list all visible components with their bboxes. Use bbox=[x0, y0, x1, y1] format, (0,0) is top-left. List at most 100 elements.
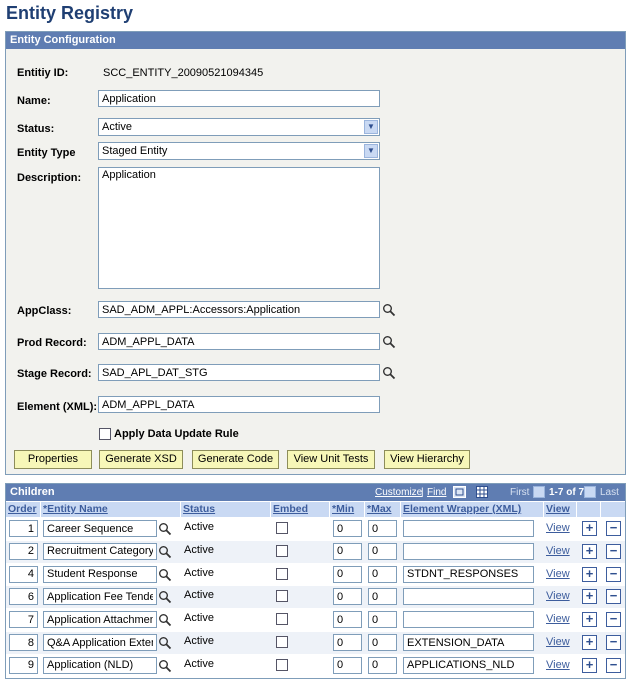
min-input[interactable] bbox=[333, 542, 362, 560]
min-input[interactable] bbox=[333, 611, 362, 629]
element-wrapper-input[interactable] bbox=[403, 634, 534, 651]
plus-icon[interactable]: + bbox=[582, 657, 597, 673]
entity-name-input[interactable] bbox=[43, 520, 157, 537]
col-embed[interactable]: Embed bbox=[271, 502, 330, 517]
magnifier-icon[interactable] bbox=[158, 613, 172, 627]
magnifier-icon[interactable] bbox=[382, 366, 396, 380]
element-xml-input[interactable] bbox=[98, 396, 380, 413]
properties-button[interactable]: Properties bbox=[14, 450, 92, 469]
minus-icon[interactable]: − bbox=[606, 521, 621, 536]
magnifier-icon[interactable] bbox=[158, 568, 172, 582]
minus-icon[interactable]: − bbox=[606, 589, 621, 605]
generate-xsd-button[interactable]: Generate XSD bbox=[99, 450, 183, 469]
entity-name-input[interactable] bbox=[43, 656, 157, 674]
magnifier-icon[interactable] bbox=[158, 636, 172, 650]
entity-name-input[interactable] bbox=[43, 634, 157, 651]
max-input[interactable] bbox=[368, 588, 397, 606]
embed-checkbox[interactable] bbox=[276, 658, 288, 671]
appclass-input[interactable] bbox=[98, 301, 380, 318]
magnifier-icon[interactable] bbox=[382, 335, 396, 349]
plus-icon[interactable]: + bbox=[582, 589, 597, 605]
magnifier-icon[interactable] bbox=[158, 590, 172, 604]
min-input[interactable] bbox=[333, 656, 362, 674]
entity-name-input[interactable] bbox=[43, 588, 157, 606]
embed-checkbox[interactable] bbox=[276, 544, 288, 557]
customize-link[interactable]: Customize bbox=[375, 487, 422, 498]
order-input[interactable] bbox=[9, 611, 38, 629]
min-input[interactable] bbox=[333, 588, 362, 606]
view-all-icon[interactable] bbox=[453, 486, 466, 498]
col-entity-name[interactable]: *Entity Name bbox=[41, 502, 181, 517]
embed-checkbox[interactable] bbox=[276, 522, 288, 534]
order-input[interactable] bbox=[9, 520, 38, 537]
view-link[interactable]: View bbox=[546, 568, 570, 580]
view-link[interactable]: View bbox=[546, 613, 570, 625]
order-input[interactable] bbox=[9, 565, 38, 583]
order-input[interactable] bbox=[9, 634, 38, 651]
max-input[interactable] bbox=[368, 611, 397, 629]
status-select[interactable]: Active ▼ bbox=[98, 118, 380, 136]
element-wrapper-input[interactable] bbox=[403, 611, 534, 629]
chevron-down-icon[interactable]: ▼ bbox=[364, 120, 378, 134]
entity-type-select[interactable]: Staged Entity ▼ bbox=[98, 142, 380, 160]
col-element-wrapper[interactable]: Element Wrapper (XML) bbox=[401, 502, 544, 517]
embed-checkbox[interactable] bbox=[276, 567, 288, 580]
next-page-icon[interactable] bbox=[584, 486, 596, 498]
plus-icon[interactable]: + bbox=[582, 521, 597, 536]
max-input[interactable] bbox=[368, 542, 397, 560]
view-link[interactable]: View bbox=[546, 522, 570, 534]
min-input[interactable] bbox=[333, 565, 362, 583]
plus-icon[interactable]: + bbox=[582, 635, 597, 650]
element-wrapper-input[interactable] bbox=[403, 588, 534, 606]
min-input[interactable] bbox=[333, 634, 362, 651]
entity-name-input[interactable] bbox=[43, 542, 157, 560]
apply-data-update-rule-checkbox[interactable] bbox=[99, 428, 111, 440]
max-input[interactable] bbox=[368, 634, 397, 651]
entity-name-input[interactable] bbox=[43, 611, 157, 629]
element-wrapper-input[interactable] bbox=[403, 656, 534, 674]
generate-code-button[interactable]: Generate Code bbox=[192, 450, 279, 469]
magnifier-icon[interactable] bbox=[382, 303, 396, 317]
stage-record-input[interactable] bbox=[98, 364, 380, 381]
description-textarea[interactable]: Application bbox=[98, 167, 380, 289]
prod-record-input[interactable] bbox=[98, 333, 380, 350]
plus-icon[interactable]: + bbox=[582, 566, 597, 582]
embed-checkbox[interactable] bbox=[276, 590, 288, 603]
col-order[interactable]: Order bbox=[6, 502, 41, 517]
plus-icon[interactable]: + bbox=[582, 543, 597, 559]
magnifier-icon[interactable] bbox=[158, 522, 172, 536]
max-input[interactable] bbox=[368, 565, 397, 583]
chevron-down-icon[interactable]: ▼ bbox=[364, 144, 378, 158]
col-view[interactable]: View bbox=[544, 502, 577, 517]
col-status[interactable]: Status bbox=[181, 502, 271, 517]
view-link[interactable]: View bbox=[546, 545, 570, 557]
minus-icon[interactable]: − bbox=[606, 635, 621, 650]
download-grid-icon[interactable] bbox=[476, 486, 488, 498]
embed-checkbox[interactable] bbox=[276, 613, 288, 626]
order-input[interactable] bbox=[9, 656, 38, 674]
name-input[interactable] bbox=[98, 90, 380, 107]
col-max[interactable]: *Max bbox=[365, 502, 401, 517]
element-wrapper-input[interactable] bbox=[403, 542, 534, 560]
view-link[interactable]: View bbox=[546, 636, 570, 648]
max-input[interactable] bbox=[368, 656, 397, 674]
view-link[interactable]: View bbox=[546, 659, 570, 671]
col-min[interactable]: *Min bbox=[330, 502, 365, 517]
magnifier-icon[interactable] bbox=[158, 545, 172, 559]
embed-checkbox[interactable] bbox=[276, 636, 288, 648]
element-wrapper-input[interactable] bbox=[403, 520, 534, 537]
order-input[interactable] bbox=[9, 542, 38, 560]
entity-name-input[interactable] bbox=[43, 565, 157, 583]
minus-icon[interactable]: − bbox=[606, 657, 621, 673]
view-link[interactable]: View bbox=[546, 590, 570, 602]
minus-icon[interactable]: − bbox=[606, 566, 621, 582]
view-unit-tests-button[interactable]: View Unit Tests bbox=[287, 450, 375, 469]
minus-icon[interactable]: − bbox=[606, 543, 621, 559]
max-input[interactable] bbox=[368, 520, 397, 537]
plus-icon[interactable]: + bbox=[582, 612, 597, 628]
min-input[interactable] bbox=[333, 520, 362, 537]
order-input[interactable] bbox=[9, 588, 38, 606]
find-link[interactable]: Find bbox=[427, 487, 446, 498]
view-hierarchy-button[interactable]: View Hierarchy bbox=[384, 450, 470, 469]
magnifier-icon[interactable] bbox=[158, 659, 172, 673]
